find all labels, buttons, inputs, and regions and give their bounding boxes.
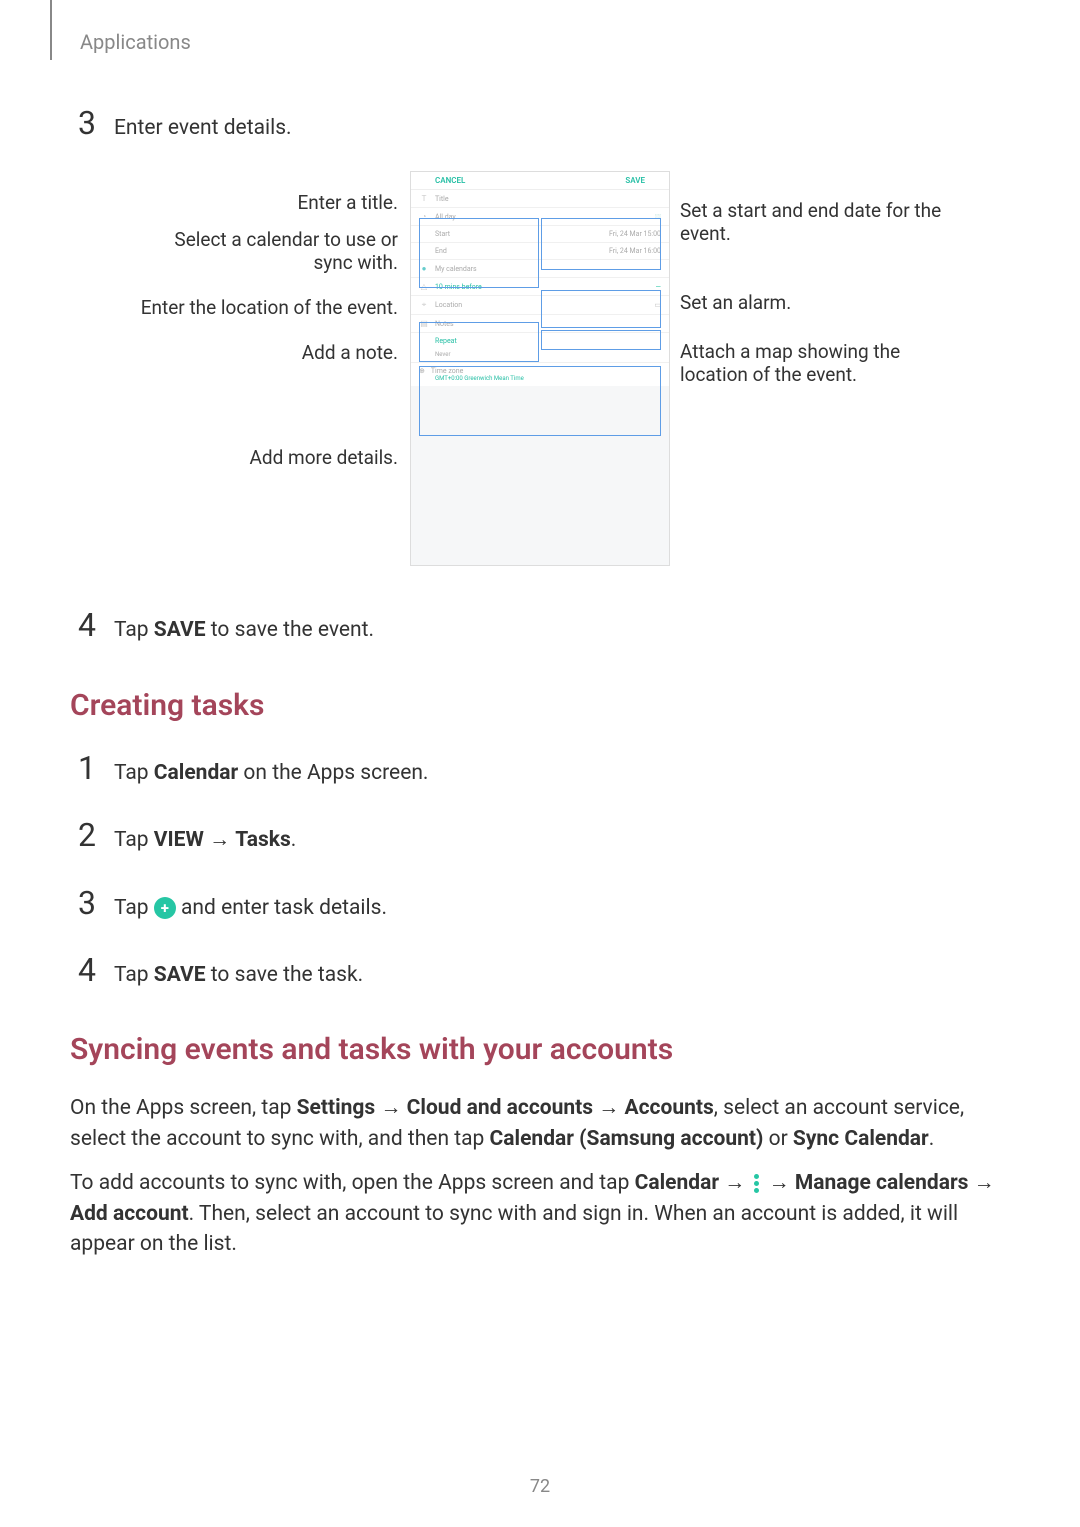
t: To add accounts to sync with, open the A… (70, 1171, 635, 1195)
t-bold: Tasks (235, 828, 291, 852)
step-number: 3 (70, 104, 96, 142)
arrow-icon: → (593, 1096, 624, 1120)
highlight-box (419, 366, 661, 436)
arrow-icon: → (968, 1171, 994, 1195)
sync-paragraph-1: On the Apps screen, tap Settings → Cloud… (70, 1093, 1010, 1154)
step-text: Enter event details. (114, 114, 292, 143)
heading-creating-tasks: Creating tasks (70, 688, 1010, 723)
t: and enter task details. (176, 896, 387, 920)
arrow-icon: → (204, 828, 235, 852)
t-bold: VIEW (154, 828, 204, 852)
arrow-icon: → (719, 1171, 750, 1195)
callout-calendar-l2: sync with. (130, 251, 400, 274)
t: on the Apps screen. (238, 761, 428, 785)
t: . (291, 828, 297, 852)
t: to save the event. (206, 618, 375, 642)
t-bold: Calendar (154, 761, 238, 785)
task-step-3: 3 Tap + and enter task details. (70, 884, 1010, 923)
step-text: Tap SAVE to save the task. (114, 961, 363, 990)
step-3-row: 3 Enter event details. (70, 104, 1010, 143)
t: or (763, 1127, 793, 1151)
step-number: 3 (70, 884, 96, 922)
t: Tap (114, 761, 154, 785)
highlight-box (419, 322, 539, 362)
sync-paragraph-2: To add accounts to sync with, open the A… (70, 1168, 1010, 1259)
callout-location: Enter the location of the event. (130, 296, 400, 319)
step-4-row: 4 Tap SAVE to save the event. (70, 606, 1010, 645)
save-button: SAVE (625, 176, 645, 185)
step-number: 2 (70, 816, 96, 854)
highlight-box (541, 330, 661, 350)
callout-alarm: Set an alarm. (680, 291, 950, 314)
step-text: Tap SAVE to save the event. (114, 616, 374, 645)
arrow-icon: → (763, 1171, 794, 1195)
left-callouts: Enter a title. Select a calendar to use … (130, 171, 400, 477)
callout-date-l1: Set a start and end date for the (680, 199, 950, 222)
callout-note: Add a note. (130, 341, 400, 364)
highlight-box (419, 218, 539, 288)
t-bold: Cloud and accounts (407, 1096, 593, 1120)
event-editor-diagram: Enter a title. Select a calendar to use … (70, 171, 1010, 566)
heading-syncing: Syncing events and tasks with your accou… (70, 1032, 1010, 1067)
cancel-button: CANCEL (435, 176, 465, 185)
t-bold: SAVE (154, 618, 206, 642)
t-bold: Sync Calendar (793, 1127, 929, 1151)
t: . Then, select an account to sync with a… (70, 1202, 958, 1256)
t: . (929, 1127, 935, 1151)
callout-calendar-l1: Select a calendar to use or (130, 228, 400, 251)
title-row: T Title (411, 190, 669, 208)
t: Tap (114, 963, 154, 987)
t-bold: Calendar (635, 1171, 719, 1195)
t: On the Apps screen, tap (70, 1096, 297, 1120)
text-icon: T (419, 194, 429, 203)
highlight-box (541, 290, 661, 328)
step-text: Tap + and enter task details. (114, 894, 387, 923)
side-rule (50, 0, 52, 60)
task-step-2: 2 Tap VIEW → Tasks. (70, 816, 1010, 855)
location-label: Location (435, 301, 462, 309)
phone-topbar: CANCEL SAVE (411, 172, 669, 190)
t: Tap (114, 618, 154, 642)
t-bold: Add account (70, 1202, 189, 1226)
t: to save the task. (206, 963, 364, 987)
t-bold: SAVE (154, 963, 206, 987)
highlight-box (541, 218, 661, 270)
task-step-1: 1 Tap Calendar on the Apps screen. (70, 749, 1010, 788)
task-step-4: 4 Tap SAVE to save the task. (70, 951, 1010, 990)
arrow-icon: → (375, 1096, 406, 1120)
right-callouts: Set a start and end date for the event. … (680, 171, 950, 386)
step-text: Tap VIEW → Tasks. (114, 826, 296, 855)
page-header: Applications (70, 30, 1010, 54)
t: Tap (114, 896, 154, 920)
callout-map-l1: Attach a map showing the (680, 340, 950, 363)
callout-title: Enter a title. (130, 191, 400, 214)
callout-more: Add more details. (130, 446, 400, 469)
title-placeholder: Title (435, 195, 449, 203)
t-bold: Settings (297, 1096, 376, 1120)
t-bold: Calendar (Samsung account) (490, 1127, 764, 1151)
add-icon: + (154, 897, 176, 919)
page-number: 72 (0, 1476, 1080, 1497)
step-number: 4 (70, 951, 96, 989)
t-bold: Accounts (624, 1096, 713, 1120)
step-number: 1 (70, 749, 96, 787)
t-bold: Manage calendars (795, 1171, 969, 1195)
t: Tap (114, 828, 154, 852)
phone-mock: CANCEL SAVE TTitle ◔All day◯⃝ StartFri, … (410, 171, 670, 566)
step-number: 4 (70, 606, 96, 644)
more-icon (750, 1174, 763, 1193)
step-text: Tap Calendar on the Apps screen. (114, 759, 428, 788)
callout-map-l2: location of the event. (680, 363, 950, 386)
pin-icon: ⌖ (419, 300, 429, 310)
callout-date-l2: event. (680, 222, 950, 245)
